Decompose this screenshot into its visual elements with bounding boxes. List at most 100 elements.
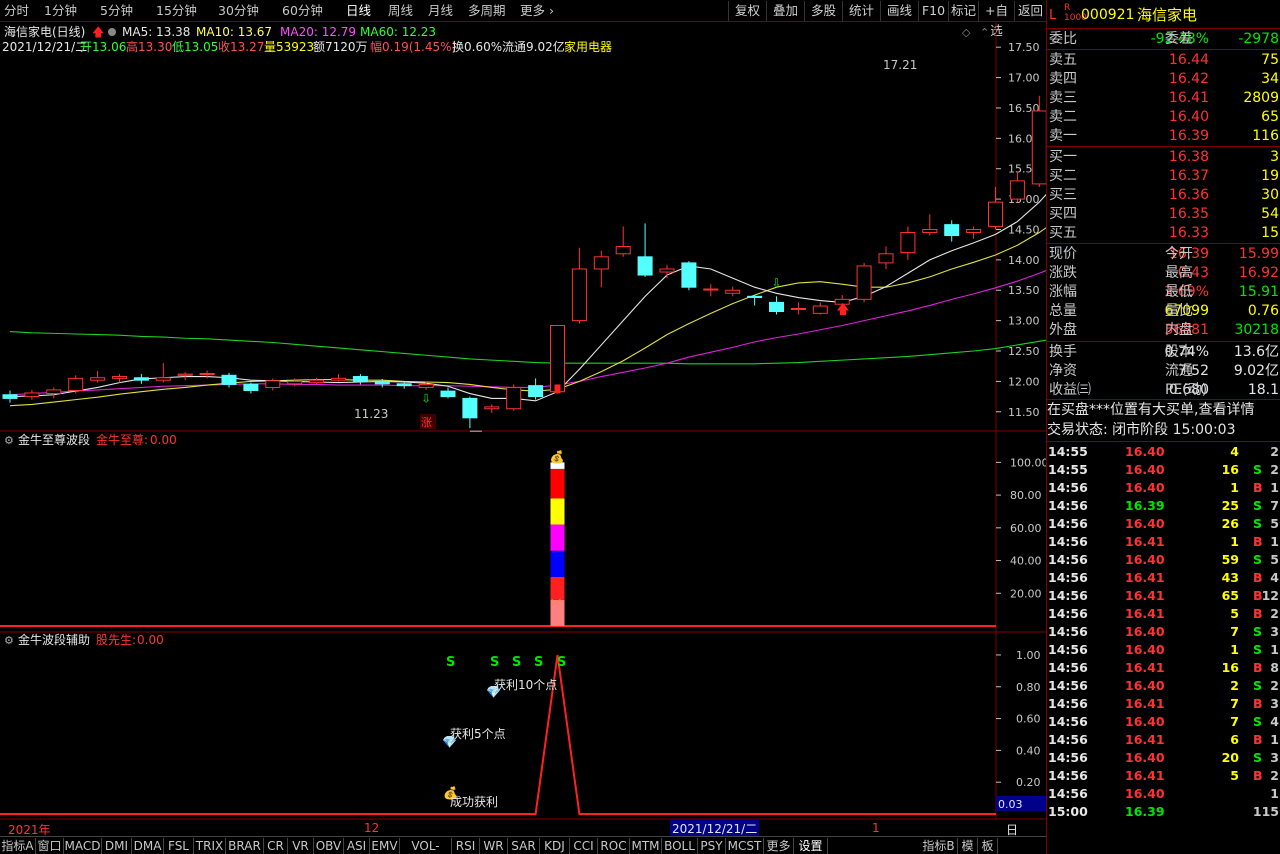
tab-30min[interactable]: 30分钟 bbox=[218, 3, 259, 19]
tick-row: 14:55 16.40 4 2 bbox=[1048, 444, 1279, 459]
indicator-tab[interactable]: ASI bbox=[344, 838, 370, 854]
indicator-tab[interactable]: TRIX bbox=[194, 838, 226, 854]
indicator-tab[interactable]: 更多 bbox=[764, 838, 794, 854]
signal-marker bbox=[554, 384, 561, 394]
mark-button[interactable]: 标记 bbox=[948, 1, 978, 21]
y-tick-label: 0.80 bbox=[1016, 681, 1041, 694]
indicator-tab[interactable]: CR bbox=[264, 838, 288, 854]
bid-row: 买四 16.35 54 bbox=[1049, 206, 1279, 222]
y-tick-label: 20.00 bbox=[1010, 587, 1042, 600]
annotation-profit10: 获利10个点 bbox=[494, 678, 557, 692]
stacked-bar-segment bbox=[550, 524, 565, 551]
bar-high: 高13.30 bbox=[126, 39, 172, 54]
tab-daily[interactable]: 日线 bbox=[346, 3, 371, 19]
tab-more[interactable]: 更多 › bbox=[520, 3, 554, 19]
indicator-tab[interactable]: DMI bbox=[102, 838, 132, 854]
indicator-tab[interactable]: MTM bbox=[630, 838, 662, 854]
ask-row: 卖五 16.44 75 bbox=[1049, 52, 1279, 68]
indicator-tab[interactable]: OBV bbox=[314, 838, 344, 854]
tab-fenshi[interactable]: 分时 bbox=[4, 3, 29, 19]
indicator-tab[interactable]: VR bbox=[288, 838, 314, 854]
tick-row: 14:56 16.39 25 S 7 bbox=[1048, 498, 1279, 513]
indicator-tab[interactable]: 指标A bbox=[0, 838, 36, 854]
date-month-label: 12 bbox=[364, 821, 380, 835]
order-ratio-row: 委比 -92.48% 委差 -2978 bbox=[1047, 30, 1280, 49]
y-tick-label: 100.00 bbox=[1010, 456, 1046, 469]
tab-monthly[interactable]: 月线 bbox=[428, 3, 453, 19]
indicator-tab[interactable]: CCI bbox=[570, 838, 598, 854]
bigorder-notice[interactable]: 在买盘***位置有大买单,查看详情 bbox=[1047, 401, 1280, 420]
bar-low: 低13.05 bbox=[172, 40, 218, 54]
down-arrow-icon: ⇩ bbox=[772, 276, 782, 290]
tick-row: 14:56 16.41 1 B 1 bbox=[1048, 534, 1279, 549]
bar-close: 收13.27 bbox=[218, 40, 264, 54]
restore-rights-button[interactable]: 复权 bbox=[728, 1, 766, 21]
ma60-label: MA60: 12.23 bbox=[360, 25, 436, 39]
y-tick-label: 60.00 bbox=[1010, 522, 1042, 535]
candle-body bbox=[790, 307, 806, 310]
bottom-right-tab[interactable]: 模 bbox=[958, 838, 978, 854]
panel2-settings-icon[interactable]: ⚙ bbox=[4, 434, 14, 447]
order-diff-label: 委差 bbox=[1165, 31, 1193, 47]
add-watchlist-button[interactable]: +自选 bbox=[978, 1, 1014, 38]
indicator-tab[interactable]: MACD bbox=[64, 838, 102, 854]
panel3-current-value: 0.03 bbox=[998, 798, 1023, 811]
stock-code: 000921 bbox=[1081, 7, 1135, 23]
indicator-tab[interactable]: WR bbox=[480, 838, 508, 854]
tab-60min[interactable]: 60分钟 bbox=[282, 3, 323, 19]
indicator-tab[interactable]: MCST bbox=[726, 838, 764, 854]
ma60-line bbox=[9, 331, 1046, 365]
y-tick-label: 17.00 bbox=[1008, 72, 1040, 85]
indicator-tab[interactable]: BOLL bbox=[662, 838, 698, 854]
indicator-tab[interactable]: SAR bbox=[508, 838, 540, 854]
indicator-tab[interactable]: RSI bbox=[452, 838, 480, 854]
indicator-tab[interactable]: DMA bbox=[132, 838, 164, 854]
indicator-tab[interactable]: 设置 bbox=[794, 838, 828, 854]
indicator-tab[interactable]: FSL bbox=[164, 838, 194, 854]
s-mark: S bbox=[512, 655, 521, 670]
tab-5min[interactable]: 5分钟 bbox=[100, 3, 133, 19]
indicator-tab[interactable]: VOL-TDX bbox=[400, 838, 452, 854]
panel3-indicator: 1.000.800.600.400.20💎💎💰 bbox=[0, 649, 1041, 815]
stacked-bar-segment bbox=[550, 468, 565, 499]
diamond-icon[interactable]: ◇ bbox=[962, 26, 971, 39]
quote-stat-row: 涨跌 0.43 最高 16.92 bbox=[1049, 265, 1279, 281]
stacked-bar-segment bbox=[550, 550, 565, 577]
panel3-settings-icon[interactable]: ⚙ bbox=[4, 634, 14, 647]
annotation-profit5: 获利5个点 bbox=[450, 727, 506, 741]
tab-weekly[interactable]: 周线 bbox=[388, 3, 413, 19]
indicator-tab[interactable]: EMV bbox=[370, 838, 400, 854]
expand-icon[interactable]: ⌃ bbox=[980, 26, 989, 39]
tab-15min[interactable]: 15分钟 bbox=[156, 3, 197, 19]
panel2-label: 金牛至尊: bbox=[96, 432, 148, 447]
stats-button[interactable]: 统计 bbox=[842, 1, 880, 21]
y-tick-label: 0.60 bbox=[1016, 713, 1041, 726]
ma10-line bbox=[9, 227, 1046, 407]
indicator-tab[interactable]: 窗口 bbox=[36, 838, 64, 854]
tick-row: 14:56 16.40 7 S 3 bbox=[1048, 624, 1279, 639]
settings-dot-icon[interactable] bbox=[108, 28, 116, 36]
multi-stock-button[interactable]: 多股 bbox=[804, 1, 842, 21]
back-button[interactable]: 返回 bbox=[1014, 1, 1046, 21]
f10-button[interactable]: F10 bbox=[918, 1, 948, 21]
kline-chart-area[interactable]: 17.5017.0016.5016.0015.5015.0014.5014.00… bbox=[0, 22, 1046, 830]
indicator-tab[interactable]: KDJ bbox=[540, 838, 570, 854]
draw-line-button[interactable]: 画线 bbox=[880, 1, 918, 21]
indicator-tab[interactable]: ROC bbox=[598, 838, 630, 854]
s-mark: S bbox=[534, 655, 543, 670]
stock-terminal-window: 分时 1分钟 5分钟 15分钟 30分钟 60分钟 日线 周线 月线 多周期 更… bbox=[0, 0, 1280, 854]
bottom-right-tab[interactable]: 指标B bbox=[920, 838, 958, 854]
tab-multi-period[interactable]: 多周期 bbox=[468, 3, 506, 19]
bottom-right-tab[interactable]: 板 bbox=[978, 838, 998, 854]
indicator-tab[interactable]: BRAR bbox=[226, 838, 264, 854]
overlay-button[interactable]: 叠加 bbox=[766, 1, 804, 21]
panel3-label: 股先生: bbox=[96, 633, 136, 647]
y-tick-label: 40.00 bbox=[1010, 555, 1042, 568]
indicator-tab[interactable]: PSY bbox=[698, 838, 726, 854]
fundamental-row: 收益㈢ 0.680 PE(动) 18.1 bbox=[1049, 382, 1279, 398]
candle-body bbox=[528, 385, 544, 398]
tick-row: 14:56 16.41 65 B 12 bbox=[1048, 588, 1279, 603]
money-bag-icon: 💰 bbox=[550, 450, 565, 464]
tab-1min[interactable]: 1分钟 bbox=[44, 3, 77, 19]
ask-row: 卖三 16.41 2809 bbox=[1049, 90, 1279, 106]
